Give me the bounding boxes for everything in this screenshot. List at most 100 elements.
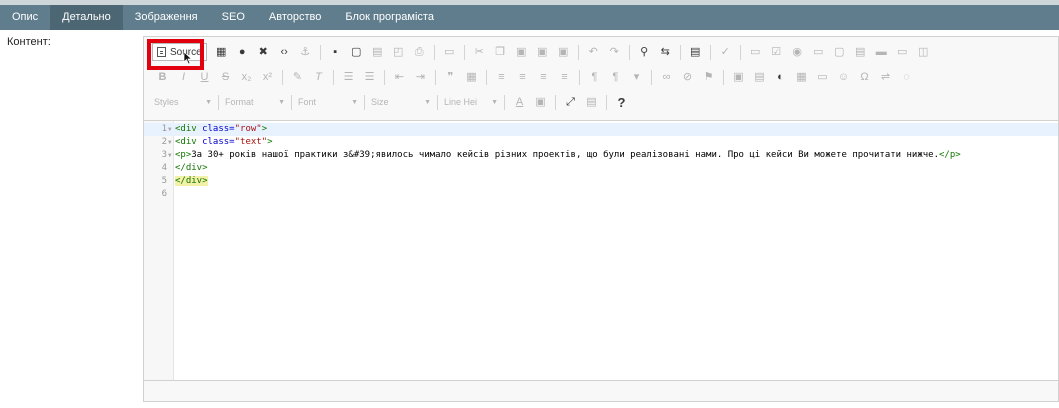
copy-format-icon[interactable]: ✎ [290, 69, 306, 85]
size-dropdown[interactable]: Size ▼ [369, 94, 433, 110]
text-color-icon[interactable]: A [512, 94, 528, 110]
show-blocks-icon[interactable]: ▤ [584, 94, 600, 110]
iframe-icon[interactable]: ◌ [899, 69, 915, 85]
radio-icon[interactable]: ◉ [789, 44, 805, 60]
tab-opys[interactable]: Опис [0, 5, 50, 30]
paste-icon[interactable]: ▣ [513, 44, 529, 60]
copy-icon[interactable]: ❐ [492, 44, 508, 60]
font-dropdown[interactable]: Font ▼ [296, 94, 360, 110]
template-icon[interactable]: ▦ [213, 44, 229, 60]
select-field-icon[interactable]: ▤ [852, 44, 868, 60]
code-line[interactable]: 4 </div> [144, 162, 1058, 175]
link-icon[interactable]: ∞ [659, 69, 675, 85]
code-snippet-icon[interactable]: ‹› [276, 44, 292, 60]
maximize-icon[interactable]: ⤢ [563, 94, 579, 110]
page-break-2-icon[interactable]: ⇌ [878, 69, 894, 85]
image-button-icon[interactable]: ▭ [894, 44, 910, 60]
form-icon[interactable]: ▭ [747, 44, 763, 60]
tab-blok-prohramista[interactable]: Блок програміста [333, 5, 446, 30]
strikethrough-icon[interactable]: S [218, 69, 234, 85]
undo-icon[interactable]: ↶ [585, 44, 601, 60]
source-code-area[interactable]: 1 ▼ <div class="row"> 2 ▼ <div class="te… [144, 121, 1058, 380]
new-page-icon[interactable]: ▢ [348, 44, 364, 60]
chevron-down-icon: ▼ [491, 98, 498, 106]
checkbox-icon[interactable]: ☑ [768, 44, 784, 60]
flash-icon[interactable]: ▤ [752, 69, 768, 85]
code-line[interactable]: 1 ▼ <div class="row"> [144, 123, 1058, 136]
code-line[interactable]: 6 [144, 188, 1058, 201]
help-button[interactable]: ? [614, 94, 630, 110]
bulleted-list-icon[interactable]: ☰ [362, 69, 378, 85]
comment-icon[interactable]: ● [234, 44, 250, 60]
tab-seo[interactable]: SEO [210, 5, 257, 30]
page-break-icon[interactable]: ▭ [441, 44, 457, 60]
toolbar-separator [364, 94, 365, 110]
ltr-icon[interactable]: ¶ [587, 69, 603, 85]
align-left-icon[interactable]: ≡ [494, 69, 510, 85]
print-icon[interactable]: ⎙ [411, 44, 427, 60]
spellcheck-icon[interactable]: ✓ [717, 44, 733, 60]
textarea-icon[interactable]: ▢ [831, 44, 847, 60]
div-container-icon[interactable]: ▦ [464, 69, 480, 85]
image-icon[interactable]: ▣ [731, 69, 747, 85]
button-field-icon[interactable]: ▬ [873, 44, 889, 60]
fold-arrow-icon[interactable]: ▼ [168, 136, 172, 149]
rtl-icon[interactable]: ¶ [608, 69, 624, 85]
paste-word-icon[interactable]: ▣ [555, 44, 571, 60]
remove-format-icon[interactable]: T [311, 69, 327, 85]
save-icon[interactable]: ▪ [327, 44, 343, 60]
blockquote-icon[interactable]: ❞ [443, 69, 459, 85]
outdent-icon[interactable]: ⇤ [392, 69, 408, 85]
hide-comment-icon[interactable]: ✖ [255, 44, 271, 60]
align-justify-icon[interactable]: ≡ [557, 69, 573, 85]
search-icon[interactable]: ⚲ [636, 44, 652, 60]
source-button[interactable]: Source [152, 43, 207, 61]
superscript-icon[interactable]: x² [260, 69, 276, 85]
numbered-list-icon[interactable]: ☰ [341, 69, 357, 85]
templates-icon[interactable]: ▤ [369, 44, 385, 60]
line-number: 6 [161, 189, 167, 199]
horizontal-line-icon[interactable]: ▭ [815, 69, 831, 85]
underline-icon[interactable]: U [197, 69, 213, 85]
media-icon[interactable]: ◐ [773, 69, 789, 85]
unlink-icon[interactable]: ⊘ [680, 69, 696, 85]
tab-avtorstvo[interactable]: Авторство [257, 5, 333, 30]
editor-toolbar: Source ▦ ● ✖ ‹› ⚓ ▪ ▢ ▤ ◰ ⎙ ▭ ✂ ❐ ▣ ▣ ▣ … [144, 37, 1058, 121]
code-line[interactable]: 2 ▼ <div class="text"> [144, 136, 1058, 149]
toolbar-separator [723, 69, 724, 85]
fold-arrow-icon[interactable]: ▼ [168, 149, 172, 162]
code-line[interactable]: 5 </div> [144, 175, 1058, 188]
language-icon[interactable]: ▾ [629, 69, 645, 85]
indent-icon[interactable]: ⇥ [413, 69, 429, 85]
replace-icon[interactable]: ⇆ [657, 44, 673, 60]
cut-icon[interactable]: ✂ [471, 44, 487, 60]
code-line[interactable]: 3 ▼ <p>За 30+ років нашої практики з&#39… [144, 149, 1058, 162]
hidden-field-icon[interactable]: ◫ [915, 44, 931, 60]
special-char-icon[interactable]: Ω [857, 69, 873, 85]
paste-text-icon[interactable]: ▣ [534, 44, 550, 60]
tab-detalno[interactable]: Детально [50, 5, 123, 30]
preview-icon[interactable]: ◰ [390, 44, 406, 60]
bold-icon[interactable]: B [155, 69, 171, 85]
textfield-icon[interactable]: ▭ [810, 44, 826, 60]
redo-icon[interactable]: ↷ [606, 44, 622, 60]
smiley-icon[interactable]: ☺ [836, 69, 852, 85]
anchor-icon[interactable]: ⚓ [297, 44, 313, 60]
fold-arrow-icon[interactable]: ▼ [168, 123, 172, 136]
styles-dropdown[interactable]: Styles ▼ [152, 94, 214, 110]
line-height-dropdown[interactable]: Line Hei ▼ [442, 94, 500, 110]
background-color-icon[interactable]: ▣ [533, 94, 549, 110]
toolbar-separator [319, 44, 321, 60]
toolbar-separator [435, 69, 436, 85]
italic-icon[interactable]: I [176, 69, 192, 85]
select-all-icon[interactable]: ▤ [687, 44, 703, 60]
toolbar-separator [333, 69, 334, 85]
align-center-icon[interactable]: ≡ [515, 69, 531, 85]
tab-zobrazhennia[interactable]: Зображення [123, 5, 210, 30]
subscript-icon[interactable]: x₂ [239, 69, 255, 85]
align-right-icon[interactable]: ≡ [536, 69, 552, 85]
table-icon[interactable]: ▦ [794, 69, 810, 85]
toolbar-separator [437, 94, 438, 110]
format-dropdown[interactable]: Format ▼ [223, 94, 287, 110]
anchor-flag-icon[interactable]: ⚑ [701, 69, 717, 85]
